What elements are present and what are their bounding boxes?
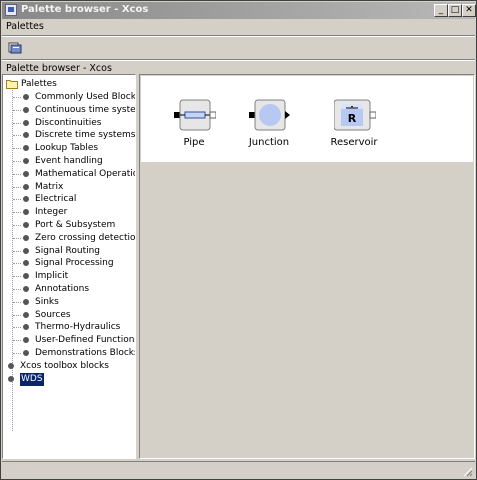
tree-branch-line bbox=[13, 327, 21, 329]
tree-item-label: Matrix bbox=[35, 181, 64, 192]
tree-item-label: Demonstrations Blocks bbox=[35, 348, 136, 358]
pipe-block[interactable]: Pipe bbox=[159, 98, 229, 156]
tree-item-label: Mathematical Operations bbox=[35, 168, 135, 179]
tree-item-label: Integer bbox=[35, 207, 68, 218]
pipe-block-label: Pipe bbox=[183, 137, 205, 148]
tree-item-label: Continuous time systems bbox=[35, 104, 136, 115]
leaf-bullet-icon bbox=[23, 298, 29, 305]
menu-bar: Palettes bbox=[2, 19, 475, 35]
leaf-bullet-icon bbox=[23, 286, 29, 292]
leaf-bullet-icon bbox=[23, 94, 29, 100]
path-label: Palette browser - Xcos bbox=[6, 63, 112, 74]
tree-branch-line bbox=[13, 263, 21, 265]
tree-branch-line bbox=[13, 314, 21, 316]
reservoir-symbol: R bbox=[348, 112, 357, 125]
reservoir-block-icon: R bbox=[334, 99, 376, 131]
tree-branch-line bbox=[13, 148, 21, 150]
leaf-bullet-icon bbox=[23, 119, 29, 126]
tree-branch-line bbox=[13, 225, 21, 226]
tree-item-label: Electrical bbox=[35, 194, 77, 205]
leaf-bullet-icon bbox=[23, 132, 29, 139]
tree-item-label: Sinks bbox=[35, 296, 59, 307]
tree-item-label: WDS bbox=[20, 372, 44, 386]
toolbar bbox=[2, 37, 475, 59]
window-title: Palette browser - Xcos bbox=[21, 4, 149, 15]
tree-item-label: Event handling bbox=[35, 156, 103, 166]
leaf-bullet-icon bbox=[23, 337, 29, 344]
blocks-area: Pipe Junction R Reservoir bbox=[141, 76, 473, 162]
reservoir-block-label: Reservoir bbox=[330, 137, 378, 148]
tree-branch-line bbox=[13, 186, 21, 188]
leaf-bullet-icon bbox=[23, 145, 29, 152]
folder-icon bbox=[6, 80, 18, 89]
tree-item-label: Commonly Used Blocks bbox=[35, 92, 136, 102]
tree-branch-line bbox=[13, 353, 21, 354]
leaf-bullet-icon bbox=[23, 234, 29, 241]
tree-item-label: Lookup Tables bbox=[35, 143, 99, 154]
leaf-bullet-icon bbox=[23, 158, 29, 164]
leaf-bullet-icon bbox=[23, 260, 29, 267]
tree-branch-line bbox=[13, 161, 21, 162]
tree-item-label: Xcos toolbox blocks bbox=[20, 360, 109, 371]
tree-item-label: Port & Subsystem bbox=[35, 220, 116, 230]
tree-branch-line bbox=[13, 237, 21, 239]
reservoir-block[interactable]: R Reservoir bbox=[319, 98, 389, 156]
leaf-bullet-icon bbox=[23, 222, 29, 228]
leaf-bullet-icon bbox=[23, 196, 29, 203]
palette-content-panel: Pipe Junction R Reservoir bbox=[139, 74, 475, 459]
leaf-bullet-icon bbox=[8, 362, 14, 369]
tree-item-label: Zero crossing detection bbox=[35, 232, 136, 243]
leaf-bullet-icon bbox=[23, 170, 29, 177]
leaf-bullet-icon bbox=[23, 311, 29, 318]
leaf-bullet-icon bbox=[23, 106, 29, 113]
tree-item-label: Annotations bbox=[35, 284, 90, 294]
resize-grip-icon[interactable] bbox=[463, 467, 473, 477]
tree-item-label: Discrete time systems bbox=[35, 130, 136, 141]
close-button[interactable]: ✕ bbox=[462, 4, 476, 17]
minimize-button[interactable]: _ bbox=[434, 4, 448, 17]
tree-item-label: Sources bbox=[35, 309, 71, 320]
tree-branch-line bbox=[13, 173, 21, 175]
folder-open-icon bbox=[8, 42, 22, 54]
leaf-bullet-icon bbox=[23, 350, 29, 356]
tree-item-label: Implicit bbox=[35, 271, 69, 282]
tree-branch-line bbox=[13, 250, 21, 252]
tree-branch-line bbox=[13, 97, 21, 98]
menu-palettes[interactable]: Palettes bbox=[6, 21, 44, 32]
junction-block-label: Junction bbox=[248, 137, 290, 148]
palette-browser-window: Palette browser - Xcos _ □ ✕ Palettes Pa… bbox=[0, 0, 477, 480]
junction-block-icon bbox=[249, 99, 290, 131]
tree-root-label: Palettes bbox=[21, 79, 57, 89]
open-palette-button[interactable] bbox=[6, 39, 24, 57]
tree-branch-line bbox=[13, 199, 21, 201]
tree-branch-line bbox=[13, 276, 21, 278]
title-bar[interactable]: Palette browser - Xcos _ □ ✕ bbox=[2, 2, 476, 19]
tree-branch-line bbox=[13, 135, 21, 137]
tree-branch-line bbox=[13, 212, 21, 214]
leaf-bullet-icon bbox=[23, 247, 29, 254]
palette-tree[interactable]: Palettes Commonly Used Blocks Continuous … bbox=[2, 74, 136, 459]
tree-item-label: Discontinuities bbox=[35, 117, 102, 128]
tree-branch-line bbox=[13, 289, 21, 290]
toolbar-separator bbox=[2, 59, 475, 61]
maximize-button[interactable]: □ bbox=[448, 4, 462, 17]
tree-item-label: Signal Processing bbox=[35, 258, 114, 269]
tree-branch-line bbox=[13, 301, 21, 303]
tree-item-label: User-Defined Functions bbox=[35, 335, 136, 346]
leaf-bullet-icon bbox=[23, 273, 29, 280]
tree-branch-line bbox=[13, 109, 21, 111]
tree-item-label: Thermo-Hydraulics bbox=[35, 322, 121, 333]
tree-branch-line bbox=[13, 122, 21, 124]
pipe-block-icon bbox=[174, 99, 216, 131]
xcos-app-icon bbox=[5, 4, 17, 16]
leaf-bullet-icon bbox=[23, 209, 29, 216]
junction-block[interactable]: Junction bbox=[234, 98, 304, 156]
leaf-bullet-icon bbox=[8, 375, 14, 382]
tree-item-label: Signal Routing bbox=[35, 245, 101, 256]
status-bar bbox=[2, 461, 475, 479]
leaf-bullet-icon bbox=[23, 324, 29, 331]
leaf-bullet-icon bbox=[23, 183, 29, 190]
tree-branch-line bbox=[13, 340, 21, 342]
